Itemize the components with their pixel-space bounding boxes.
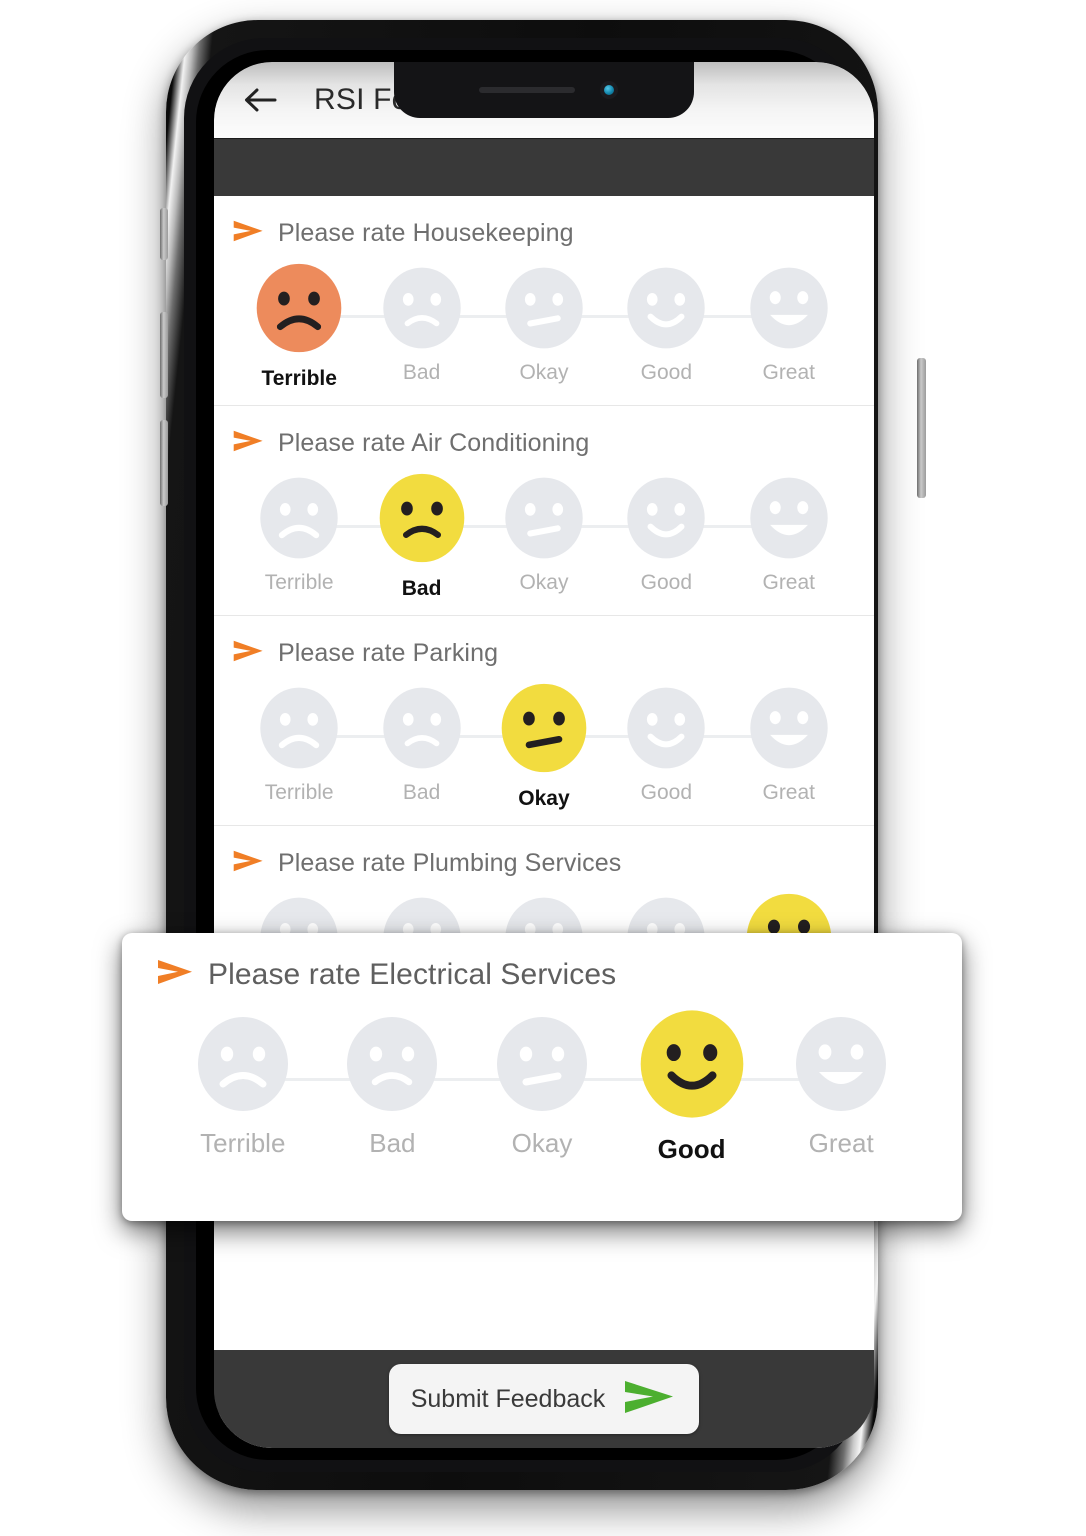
rating-option-label: Bad: [402, 781, 441, 804]
rating-option-label: Great: [762, 361, 816, 384]
rating-option-label: Terrible: [261, 367, 337, 390]
rating-option-label: Great: [762, 571, 816, 594]
rating-option-okay[interactable]: Okay: [489, 475, 599, 595]
orange-arrow-icon: [232, 218, 266, 249]
rating-section: Please rate Housekeeping Terrible Bad Ok…: [214, 196, 874, 406]
volume-up-button[interactable]: [160, 312, 168, 398]
section-title: Please rate Air Conditioning: [278, 429, 590, 457]
rating-option-okay[interactable]: Okay: [489, 265, 599, 385]
rating-option-terrible[interactable]: Terrible: [244, 685, 354, 805]
rating-option-good[interactable]: Good: [611, 265, 721, 385]
rating-option-bad[interactable]: Bad: [367, 265, 477, 385]
bottom-action-bar: Submit Feedback: [214, 1350, 874, 1448]
rating-option-bad[interactable]: Bad: [367, 473, 477, 601]
rating-scale[interactable]: Terrible Bad Okay Good Great: [214, 459, 874, 601]
orange-arrow-icon: [232, 428, 266, 459]
rating-option-label: Bad: [401, 577, 442, 600]
popup-section-header: Please rate Electrical Services: [122, 957, 962, 992]
rating-option-label: Bad: [402, 361, 441, 384]
rating-option-terrible[interactable]: Terrible: [244, 263, 354, 391]
section-header: Please rate Housekeeping: [214, 218, 874, 249]
rating-option-label: Terrible: [264, 571, 334, 594]
submit-feedback-button[interactable]: Submit Feedback: [388, 1364, 700, 1434]
section-header: Please rate Plumbing Services: [214, 848, 874, 879]
rating-option-okay[interactable]: Okay: [467, 1014, 617, 1159]
rating-option-good[interactable]: Good: [617, 1010, 767, 1165]
rating-option-label: Good: [640, 781, 693, 804]
rating-option-label: Great: [808, 1128, 874, 1158]
rating-option-label: Okay: [518, 787, 570, 810]
front-camera-icon: [600, 81, 618, 99]
phone-screen: RSI Feedback Please rate Housekeeping: [214, 62, 874, 1448]
rating-option-label: Great: [762, 781, 816, 804]
rating-option-label: Bad: [369, 1128, 416, 1158]
rating-option-label: Good: [657, 1134, 726, 1164]
rating-option-okay[interactable]: Okay: [489, 683, 599, 811]
green-arrow-icon: [623, 1377, 677, 1422]
section-header: Please rate Air Conditioning: [214, 428, 874, 459]
rating-option-terrible[interactable]: Terrible: [168, 1014, 318, 1159]
rating-option-great[interactable]: Great: [734, 475, 844, 595]
rating-scale[interactable]: Terrible Bad Okay Good Great: [214, 669, 874, 811]
volume-down-button[interactable]: [160, 420, 168, 506]
orange-arrow-icon: [156, 957, 196, 992]
rating-option-good[interactable]: Good: [611, 475, 721, 595]
rating-option-good[interactable]: Good: [611, 685, 721, 805]
phone-notch: [394, 62, 694, 118]
orange-arrow-icon: [232, 848, 266, 879]
section-header: Please rate Parking: [214, 638, 874, 669]
speaker-grille-icon: [479, 87, 575, 93]
rating-option-bad[interactable]: Bad: [367, 685, 477, 805]
popup-section-title: Please rate Electrical Services: [208, 957, 617, 991]
rating-section: Please rate Air Conditioning Terrible Ba…: [214, 406, 874, 616]
rating-option-label: Terrible: [200, 1128, 286, 1158]
rating-option-great[interactable]: Great: [734, 265, 844, 385]
electrical-services-popup-card[interactable]: Please rate Electrical Services Terrible…: [122, 933, 962, 1221]
rating-option-label: Okay: [519, 361, 569, 384]
power-button[interactable]: [917, 358, 926, 498]
rating-option-great[interactable]: Great: [734, 685, 844, 805]
submit-button-label: Submit Feedback: [410, 1384, 606, 1413]
popup-rating-scale[interactable]: Terrible Bad Okay Good Great: [122, 992, 962, 1165]
rating-option-label: Good: [640, 571, 693, 594]
rating-option-label: Okay: [519, 571, 569, 594]
rating-scale[interactable]: Terrible Bad Okay Good Great: [214, 249, 874, 391]
rating-option-label: Okay: [511, 1128, 573, 1158]
rating-option-bad[interactable]: Bad: [318, 1014, 468, 1159]
rating-section: Please rate Parking Terrible Bad Okay Go…: [214, 616, 874, 826]
rating-option-label: Good: [640, 361, 693, 384]
section-title: Please rate Housekeeping: [278, 219, 574, 247]
orange-arrow-icon: [232, 638, 266, 669]
rating-option-terrible[interactable]: Terrible: [244, 475, 354, 595]
rating-option-great[interactable]: Great: [766, 1014, 916, 1159]
back-arrow-icon[interactable]: [238, 78, 282, 122]
section-title: Please rate Parking: [278, 639, 499, 667]
dark-separator-band: [214, 138, 874, 196]
rating-option-label: Terrible: [264, 781, 334, 804]
screenshot-stage: RSI Feedback Please rate Housekeeping: [0, 0, 1086, 1536]
silent-switch-button[interactable]: [160, 208, 168, 260]
section-title: Please rate Plumbing Services: [278, 849, 622, 877]
